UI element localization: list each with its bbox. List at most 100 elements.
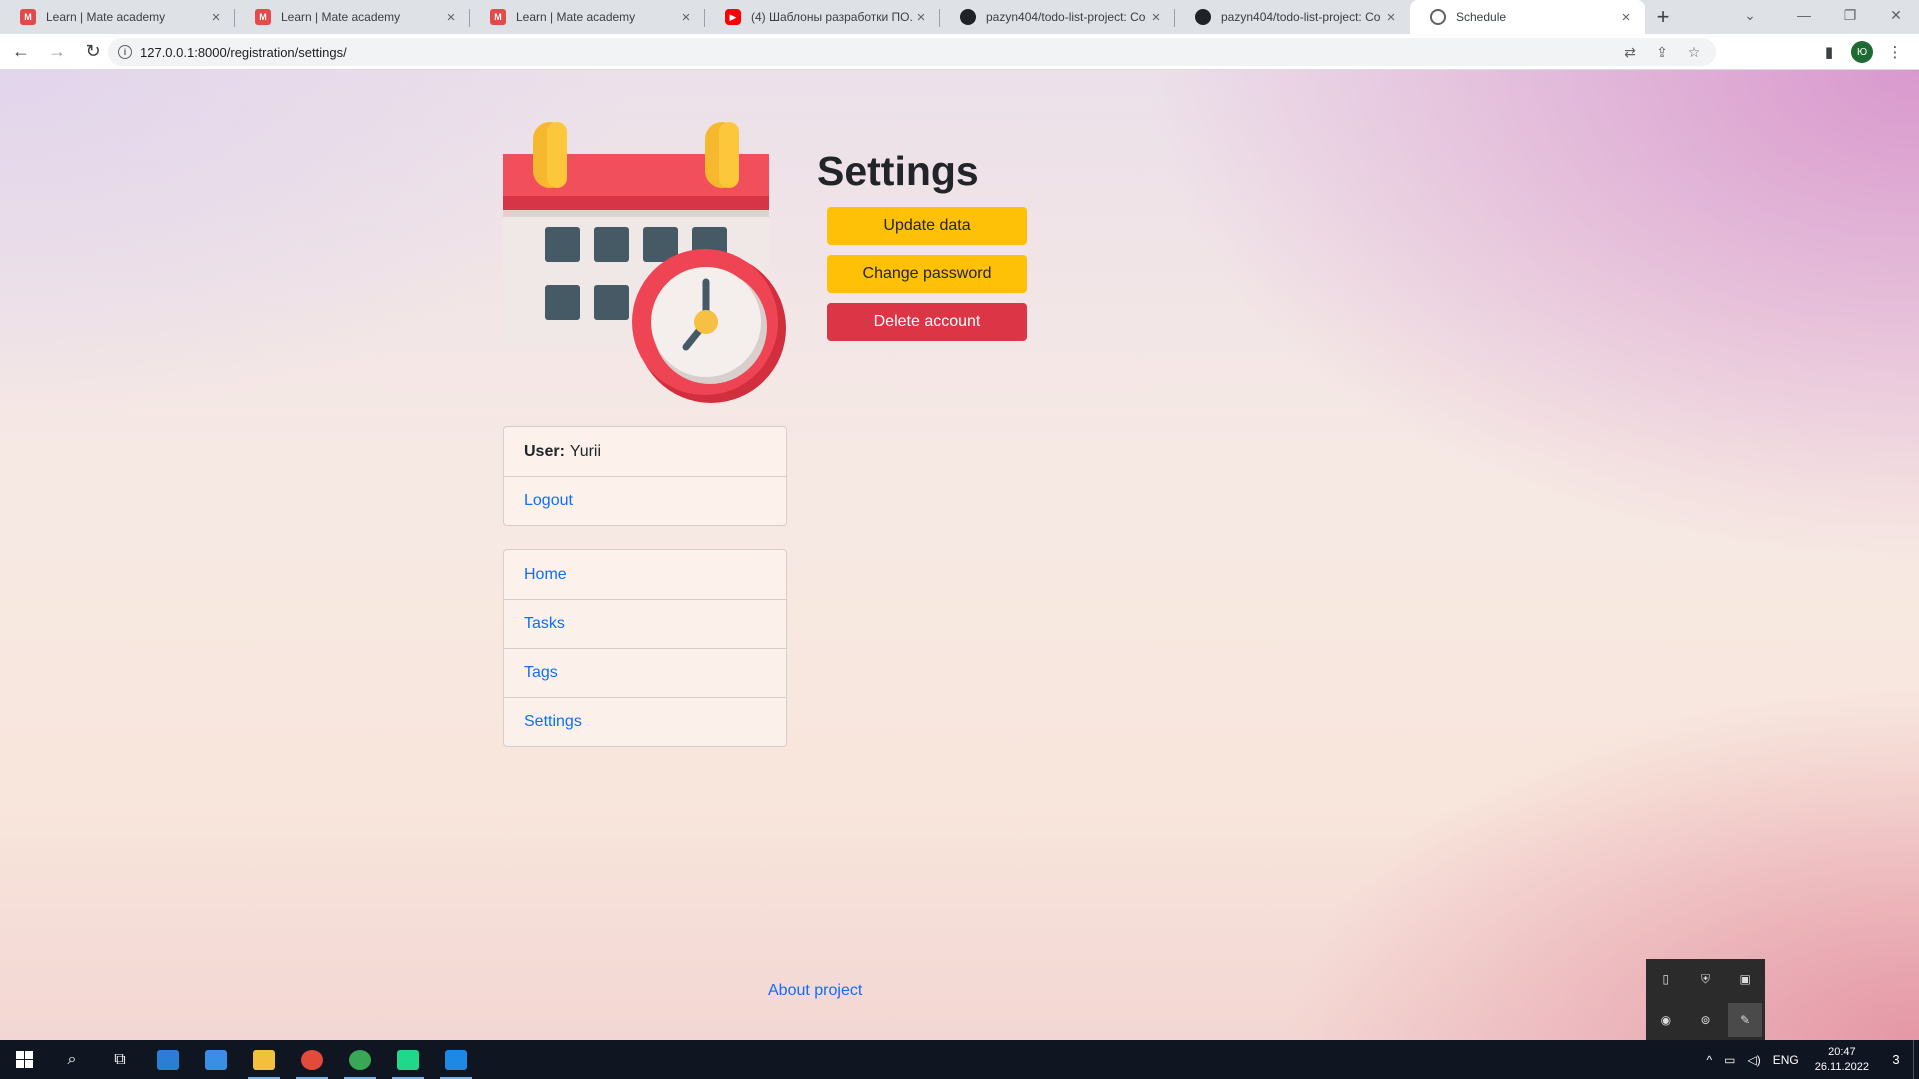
start-button[interactable] xyxy=(0,1040,48,1079)
tab-title: Schedule xyxy=(1456,10,1507,24)
file-explorer-icon[interactable] xyxy=(240,1040,288,1079)
browser-toolbar: ← → ↻ i 127.0.0.1:8000/registration/sett… xyxy=(0,34,1919,70)
calendar-header-shadow xyxy=(503,196,769,210)
browser-tab[interactable]: ▶ (4) Шаблоны разработки ПО. U × xyxy=(705,0,940,34)
site-info-icon[interactable]: i xyxy=(118,45,132,59)
tab-title: pazyn404/todo-list-project: Co xyxy=(986,10,1146,24)
close-tab-icon[interactable]: × xyxy=(677,9,695,26)
browser-tab[interactable]: M Learn | Mate academy × xyxy=(235,0,470,34)
close-window-icon[interactable]: ✕ xyxy=(1873,0,1919,30)
pycharm-icon[interactable] xyxy=(384,1040,432,1079)
forward-icon[interactable]: → xyxy=(42,37,72,67)
calendar-clock-logo xyxy=(503,122,786,403)
about-project-link[interactable]: About project xyxy=(768,982,862,1000)
tab-title: Learn | Mate academy xyxy=(516,10,636,24)
calendar-day xyxy=(545,285,580,320)
github-icon xyxy=(1195,9,1211,25)
new-tab-button[interactable]: + xyxy=(1645,0,1681,34)
taskbar: ⌕ ⧉ ^ ▭ ◁) ENG 20:47 26.11.2022 3 xyxy=(0,1040,1919,1079)
clock-time: 20:47 xyxy=(1828,1045,1856,1058)
tab-title: (4) Шаблоны разработки ПО. U xyxy=(751,10,912,24)
browser-tab[interactable]: pazyn404/todo-list-project: Co × xyxy=(940,0,1175,34)
logout-link[interactable]: Logout xyxy=(504,476,786,525)
chrome-profile-y-icon[interactable] xyxy=(288,1040,336,1079)
translate-icon[interactable]: ⇄ xyxy=(1614,44,1646,61)
show-desktop-button[interactable] xyxy=(1913,1040,1919,1079)
mate-academy-icon: M xyxy=(255,9,271,25)
page-content: Settings Update data Change password Del… xyxy=(0,70,1919,1040)
calendar-ring-left-hl xyxy=(547,122,567,188)
delete-account-button[interactable]: Delete account xyxy=(827,303,1027,341)
tab-strip: M Learn | Mate academy × M Learn | Mate … xyxy=(0,0,1919,34)
sync-tray-icon[interactable]: ⊚ xyxy=(1696,1011,1714,1029)
share-icon[interactable]: ⇪ xyxy=(1646,44,1678,61)
tab-title: Learn | Mate academy xyxy=(46,10,166,24)
windows-icon xyxy=(15,1051,33,1068)
network-icon[interactable]: ▭ xyxy=(1718,1053,1741,1067)
notification-center-icon[interactable]: 3 xyxy=(1879,1040,1913,1079)
calendar-day xyxy=(545,227,580,262)
store-icon[interactable] xyxy=(144,1040,192,1079)
nav-link-tags[interactable]: Tags xyxy=(504,648,786,697)
address-bar[interactable]: i 127.0.0.1:8000/registration/settings/ … xyxy=(108,38,1716,66)
browser-tab[interactable]: M Learn | Mate academy × xyxy=(470,0,705,34)
user-card: User: Yurii Logout xyxy=(503,426,787,526)
usb-drive-icon[interactable]: ▯ xyxy=(1657,970,1675,988)
close-tab-icon[interactable]: × xyxy=(442,9,460,26)
browser-tab[interactable]: pazyn404/todo-list-project: Co × xyxy=(1175,0,1410,34)
volume-icon[interactable]: ◁) xyxy=(1742,1053,1767,1067)
nav-link-home[interactable]: Home xyxy=(504,550,786,599)
chrome-profile-yu-icon[interactable] xyxy=(336,1040,384,1079)
nav-menu: Home Tasks Tags Settings xyxy=(503,549,787,747)
change-password-button[interactable]: Change password xyxy=(827,255,1027,293)
calendar-ring-right-hl xyxy=(719,122,739,188)
calendar-day xyxy=(594,285,629,320)
screen-capture-icon[interactable]: ▣ xyxy=(1736,970,1754,988)
menu-kebab-icon[interactable]: ⋮ xyxy=(1879,38,1911,66)
nav-link-tasks[interactable]: Tasks xyxy=(504,599,786,648)
window-controls: ⌄ — ❐ ✕ xyxy=(1727,0,1919,30)
minimize-icon[interactable]: — xyxy=(1781,0,1827,30)
tray-overflow-flyout: ▯ ⛨ ▣ ◉ ⊚ ✎ xyxy=(1646,959,1765,1040)
update-data-button[interactable]: Update data xyxy=(827,207,1027,245)
show-hidden-icons-icon[interactable]: ^ xyxy=(1701,1053,1719,1067)
tab-title: pazyn404/todo-list-project: Co xyxy=(1221,10,1381,24)
close-tab-icon[interactable]: × xyxy=(1382,9,1400,26)
toolbar-right: ▮ Ю ⋮ xyxy=(1813,38,1911,66)
reload-icon[interactable]: ↻ xyxy=(78,37,108,67)
search-icon[interactable]: ⌕ xyxy=(48,1040,96,1079)
user-name: Yurii xyxy=(569,442,602,460)
security-shield-icon[interactable]: ⛨ xyxy=(1696,970,1714,988)
clock[interactable]: 20:47 26.11.2022 xyxy=(1805,1045,1879,1075)
tab-search-icon[interactable]: ⌄ xyxy=(1727,0,1773,30)
mate-academy-icon: M xyxy=(490,9,506,25)
nav-link-settings[interactable]: Settings xyxy=(504,697,786,746)
pen-tray-icon[interactable]: ✎ xyxy=(1728,1002,1763,1037)
user-info: User: Yurii xyxy=(504,427,786,476)
close-tab-icon[interactable]: × xyxy=(207,9,225,26)
restore-icon[interactable]: ❐ xyxy=(1827,0,1873,30)
tab-title: Learn | Mate academy xyxy=(281,10,401,24)
media-player-icon[interactable] xyxy=(432,1040,480,1079)
calendar-divider xyxy=(503,210,769,217)
clock-center xyxy=(694,310,718,334)
close-tab-icon[interactable]: × xyxy=(912,9,930,26)
notification-count: 3 xyxy=(1892,1052,1900,1067)
browser-tab-active[interactable]: Schedule × xyxy=(1410,0,1645,34)
bookmark-star-icon[interactable]: ☆ xyxy=(1678,44,1710,61)
back-icon[interactable]: ← xyxy=(6,37,36,67)
url-text[interactable]: 127.0.0.1:8000/registration/settings/ xyxy=(140,45,347,60)
language-indicator[interactable]: ENG xyxy=(1767,1053,1805,1067)
github-icon xyxy=(960,9,976,25)
calendar-day xyxy=(594,227,629,262)
chrome-tray-icon[interactable]: ◉ xyxy=(1657,1011,1675,1029)
close-tab-icon[interactable]: × xyxy=(1147,9,1165,26)
task-view-icon[interactable]: ⧉ xyxy=(96,1040,144,1079)
close-tab-icon[interactable]: × xyxy=(1617,9,1635,26)
clock-date: 26.11.2022 xyxy=(1814,1060,1869,1073)
side-panel-icon[interactable]: ▮ xyxy=(1813,38,1845,66)
profile-avatar[interactable]: Ю xyxy=(1851,41,1873,63)
browser-tab[interactable]: M Learn | Mate academy × xyxy=(0,0,235,34)
omnibox-actions: ⇄ ⇪ ☆ xyxy=(1614,38,1710,66)
mail-icon[interactable] xyxy=(192,1040,240,1079)
